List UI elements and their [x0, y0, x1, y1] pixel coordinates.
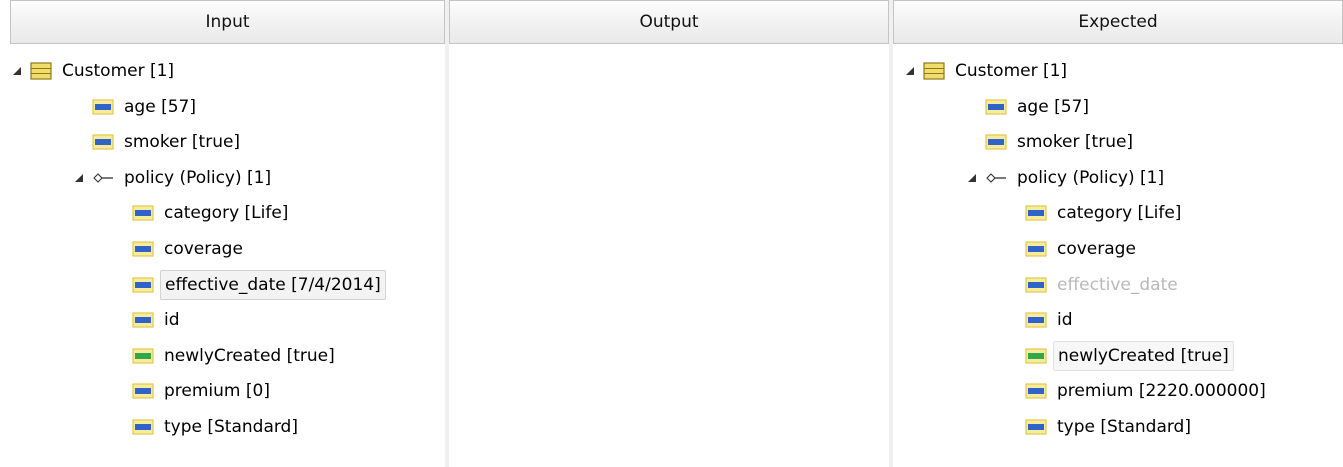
attribute-icon: [132, 240, 154, 258]
attribute-icon: [132, 311, 154, 329]
expand-arrow-icon[interactable]: [72, 171, 86, 185]
attribute-icon: [92, 98, 114, 116]
tree-item[interactable]: coverage: [132, 233, 247, 265]
attribute-icon: [1025, 204, 1047, 222]
attribute-icon: [1025, 240, 1047, 258]
tree-item[interactable]: age [57]: [985, 91, 1093, 123]
attribute-icon: [985, 98, 1007, 116]
tree-item[interactable]: coverage: [1025, 233, 1140, 265]
tree-item-label: effective_date: [1057, 274, 1178, 295]
tree-item-label: age [57]: [1017, 96, 1089, 117]
tree-item[interactable]: id: [1025, 304, 1077, 336]
tree-item[interactable]: id: [132, 304, 184, 336]
tree-item-label: premium [0]: [164, 381, 270, 402]
attribute-icon: [132, 418, 154, 436]
attribute-icon: [132, 276, 154, 294]
output-pane: Output: [449, 0, 889, 467]
expected-pane-title: Expected: [1078, 12, 1158, 32]
tree-item[interactable]: type [Standard]: [132, 411, 302, 443]
expand-arrow-icon[interactable]: [10, 64, 24, 78]
tree-item-label: coverage: [1057, 239, 1136, 259]
input-pane: Input Customer [1] age [57] smoker [true] p…: [0, 0, 445, 467]
expected-pane-header[interactable]: Expected: [893, 0, 1343, 44]
tree-item[interactable]: smoker [true]: [92, 126, 244, 158]
attribute-icon: [132, 204, 154, 222]
tree-item-label: newlyCreated [true]: [1053, 340, 1234, 371]
tree-item[interactable]: category [Life]: [1025, 197, 1185, 229]
tree-item[interactable]: type [Standard]: [1025, 411, 1195, 443]
tree-item[interactable]: premium [2220.000000]: [1025, 375, 1270, 407]
tree-item-label: Customer [1]: [955, 61, 1068, 81]
tree-item-label: premium [2220.000000]: [1057, 381, 1266, 402]
tree-item-label: coverage: [164, 239, 243, 259]
input-pane-header[interactable]: Input: [10, 0, 445, 44]
output-pane-title: Output: [639, 12, 699, 32]
entity-icon: [923, 62, 945, 80]
expected-pane: Expected Customer [1] age [57] smoker [tru…: [893, 0, 1343, 467]
tree-item-label: age [57]: [124, 96, 196, 117]
tree-item-label: type [Standard]: [164, 417, 298, 437]
tree-item[interactable]: newlyCreated [true]: [1025, 340, 1234, 372]
attribute-icon: [1025, 418, 1047, 436]
entity-icon: [30, 62, 52, 80]
attribute-icon: [132, 382, 154, 400]
tree-item[interactable]: category [Life]: [132, 197, 292, 229]
tree-item[interactable]: effective_date [7/4/2014]: [132, 269, 386, 301]
input-pane-title: Input: [205, 12, 250, 32]
attribute-icon: [1025, 382, 1047, 400]
tree-item-label: smoker [true]: [1017, 132, 1134, 153]
expand-arrow-icon[interactable]: [965, 171, 979, 185]
attribute-icon: [1025, 276, 1047, 294]
tree-item-label: newlyCreated [true]: [164, 345, 335, 366]
tree-item-label: Customer [1]: [62, 61, 175, 81]
relation-icon: [92, 169, 114, 187]
attribute-green-icon: [1025, 347, 1047, 365]
tree-item[interactable]: Customer [1]: [903, 55, 1071, 87]
tree-item[interactable]: age [57]: [92, 91, 200, 123]
tree-item[interactable]: policy (Policy) [1]: [965, 162, 1168, 194]
attribute-green-icon: [132, 347, 154, 365]
tree-item-label: policy (Policy) [1]: [124, 167, 272, 188]
tree-item-label: id: [164, 310, 180, 331]
tree-item-label: id: [1057, 310, 1073, 331]
tree-item-label: policy (Policy) [1]: [1017, 167, 1165, 188]
tree-item[interactable]: newlyCreated [true]: [132, 340, 339, 372]
tree-item[interactable]: Customer [1]: [10, 55, 178, 87]
relation-icon: [985, 169, 1007, 187]
tree-item[interactable]: premium [0]: [132, 375, 274, 407]
tree-item[interactable]: policy (Policy) [1]: [72, 162, 275, 194]
tree-item-label: type [Standard]: [1057, 417, 1191, 437]
tree-item[interactable]: smoker [true]: [985, 126, 1137, 158]
output-pane-header[interactable]: Output: [449, 0, 889, 44]
tree-item-label: category [Life]: [164, 203, 289, 224]
tree-item-label: effective_date [7/4/2014]: [160, 269, 386, 300]
tree-item-label: smoker [true]: [124, 132, 241, 153]
tree-item-label: category [Life]: [1057, 203, 1182, 224]
attribute-icon: [985, 133, 1007, 151]
attribute-icon: [92, 133, 114, 151]
expand-arrow-icon[interactable]: [903, 64, 917, 78]
tree-item[interactable]: effective_date: [1025, 269, 1182, 301]
attribute-icon: [1025, 311, 1047, 329]
